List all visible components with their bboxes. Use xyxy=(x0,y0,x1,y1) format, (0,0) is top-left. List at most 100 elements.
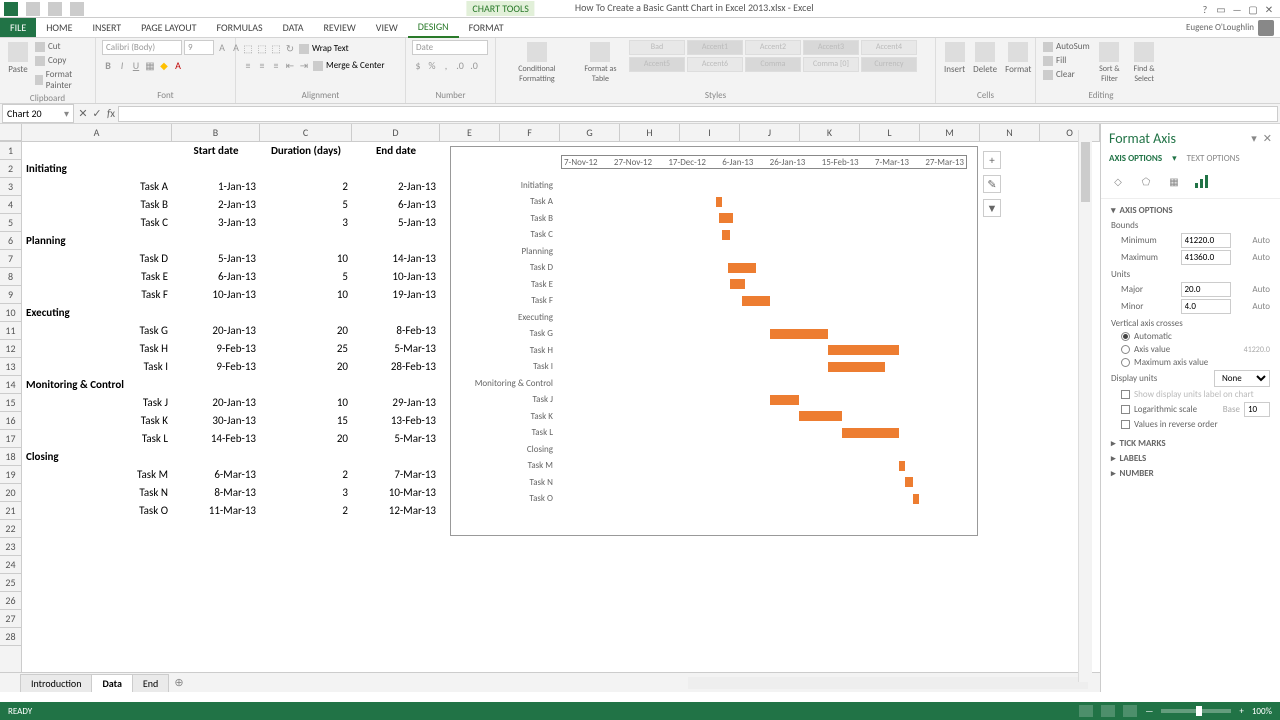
cell[interactable]: Task B xyxy=(22,196,172,214)
section-axis-options[interactable]: ▾ AXIS OPTIONS xyxy=(1111,205,1270,216)
tab-home[interactable]: HOME xyxy=(36,18,82,37)
cell[interactable]: 5 xyxy=(260,268,352,286)
tab-design[interactable]: DESIGN xyxy=(408,17,459,38)
align-center-icon[interactable]: ≡ xyxy=(256,59,268,71)
axis-options-icon[interactable] xyxy=(1193,172,1211,190)
style-chip[interactable]: Comma [0] xyxy=(803,57,859,72)
insert-cells-button[interactable]: Insert xyxy=(942,40,967,77)
gantt-bar[interactable] xyxy=(770,395,799,405)
align-top-icon[interactable]: ⬚ xyxy=(242,42,254,54)
indent-inc-icon[interactable]: ⇥ xyxy=(298,59,310,71)
normal-view-button[interactable] xyxy=(1079,705,1093,717)
cell[interactable]: 13-Feb-13 xyxy=(352,412,440,430)
cell[interactable]: 19-Jan-13 xyxy=(352,286,440,304)
inc-decimal-icon[interactable]: .0 xyxy=(454,59,466,71)
section-labels[interactable]: ▸ LABELS xyxy=(1111,453,1270,464)
zoom-level[interactable]: 100% xyxy=(1252,706,1272,717)
column-header[interactable]: F xyxy=(500,124,560,141)
row-header[interactable]: 12 xyxy=(0,340,21,358)
redo-icon[interactable] xyxy=(70,2,84,16)
minimize-icon[interactable]: — xyxy=(1230,3,1244,15)
currency-icon[interactable]: $ xyxy=(412,59,424,71)
row-header[interactable]: 5 xyxy=(0,214,21,232)
font-name-select[interactable]: Calibri (Body) xyxy=(102,40,182,55)
tab-insert[interactable]: INSERT xyxy=(83,18,132,37)
cell[interactable]: Closing xyxy=(22,448,172,466)
undo-icon[interactable] xyxy=(48,2,62,16)
style-chip[interactable]: Accent1 xyxy=(687,40,743,55)
orientation-icon[interactable]: ↻ xyxy=(284,42,296,54)
cell[interactable]: 30-Jan-13 xyxy=(172,412,260,430)
row-header[interactable]: 4 xyxy=(0,196,21,214)
cell-styles-gallery[interactable]: BadAccent1Accent2Accent3Accent4Accent5Ac… xyxy=(629,40,929,72)
cell[interactable]: Duration (days) xyxy=(260,142,352,160)
min-auto[interactable]: Auto xyxy=(1244,235,1270,246)
fill-color-icon[interactable]: ◆ xyxy=(158,59,170,71)
cell[interactable]: 5-Mar-13 xyxy=(352,340,440,358)
cell[interactable]: 29-Jan-13 xyxy=(352,394,440,412)
format-cells-button[interactable]: Format xyxy=(1003,40,1033,77)
radio-automatic[interactable]: Automatic xyxy=(1111,331,1270,342)
cell[interactable]: Task C xyxy=(22,214,172,232)
cell[interactable]: 20 xyxy=(260,322,352,340)
cell[interactable]: Monitoring & Control xyxy=(22,376,172,394)
fill-button[interactable]: Fill xyxy=(1042,54,1091,67)
pane-menu-icon[interactable]: ▾ xyxy=(1251,132,1257,145)
save-icon[interactable] xyxy=(26,2,40,16)
cell[interactable]: 2 xyxy=(260,178,352,196)
cell[interactable]: 28-Feb-13 xyxy=(352,358,440,376)
column-header[interactable]: C xyxy=(260,124,352,141)
clear-button[interactable]: Clear xyxy=(1042,68,1091,81)
row-header[interactable]: 10 xyxy=(0,304,21,322)
row-header[interactable]: 14 xyxy=(0,376,21,394)
column-header[interactable]: M xyxy=(920,124,980,141)
find-select-button[interactable]: Find & Select xyxy=(1128,40,1160,86)
row-header[interactable]: 28 xyxy=(0,628,21,646)
cell[interactable]: 14-Feb-13 xyxy=(172,430,260,448)
column-header[interactable]: G xyxy=(560,124,620,141)
gantt-bar[interactable] xyxy=(905,477,914,487)
column-header[interactable]: D xyxy=(352,124,440,141)
page-break-view-button[interactable] xyxy=(1123,705,1137,717)
row-header[interactable]: 6 xyxy=(0,232,21,250)
tab-view[interactable]: VIEW xyxy=(366,18,408,37)
column-header[interactable]: L xyxy=(860,124,920,141)
column-header[interactable]: B xyxy=(172,124,260,141)
cell[interactable]: 9-Feb-13 xyxy=(172,358,260,376)
row-header[interactable]: 19 xyxy=(0,466,21,484)
gantt-chart[interactable]: 7-Nov-1227-Nov-1217-Dec-126-Jan-1326-Jan… xyxy=(450,146,978,536)
zoom-out-button[interactable]: — xyxy=(1145,706,1153,717)
units-major-input[interactable] xyxy=(1181,282,1231,297)
row-header[interactable]: 27 xyxy=(0,610,21,628)
tab-format[interactable]: FORMAT xyxy=(459,18,514,37)
horizontal-scrollbar[interactable] xyxy=(688,677,1088,689)
copy-button[interactable]: Copy xyxy=(34,54,89,67)
gantt-bar[interactable] xyxy=(728,263,757,273)
cell[interactable]: Executing xyxy=(22,304,172,322)
minor-auto[interactable]: Auto xyxy=(1244,301,1270,312)
log-scale-check[interactable]: Logarithmic scaleBase xyxy=(1111,402,1270,417)
cell[interactable]: Task F xyxy=(22,286,172,304)
column-header[interactable]: K xyxy=(800,124,860,141)
style-chip[interactable]: Bad xyxy=(629,40,685,55)
row-header[interactable]: 16 xyxy=(0,412,21,430)
cell[interactable]: 2 xyxy=(260,466,352,484)
pane-close-icon[interactable]: ✕ xyxy=(1263,132,1272,145)
effects-icon[interactable]: ⬠ xyxy=(1137,172,1155,190)
format-as-table-button[interactable]: Format as Table xyxy=(576,40,625,86)
formula-input[interactable] xyxy=(118,106,1278,122)
fill-line-icon[interactable]: ◇ xyxy=(1109,172,1127,190)
tab-review[interactable]: REVIEW xyxy=(313,18,365,37)
cell[interactable]: 11-Mar-13 xyxy=(172,502,260,520)
merge-button[interactable]: Merge & Center xyxy=(312,59,386,72)
font-size-select[interactable]: 9 xyxy=(184,40,214,55)
wrap-text-button[interactable]: Wrap Text xyxy=(298,42,350,55)
row-header[interactable]: 17 xyxy=(0,430,21,448)
cell[interactable]: Task I xyxy=(22,358,172,376)
row-header[interactable]: 3 xyxy=(0,178,21,196)
zoom-slider[interactable] xyxy=(1161,709,1231,713)
row-header[interactable]: 13 xyxy=(0,358,21,376)
style-chip[interactable]: Accent5 xyxy=(629,57,685,72)
radio-axis-value[interactable]: Axis value41220.0 xyxy=(1111,344,1270,355)
column-header[interactable]: H xyxy=(620,124,680,141)
